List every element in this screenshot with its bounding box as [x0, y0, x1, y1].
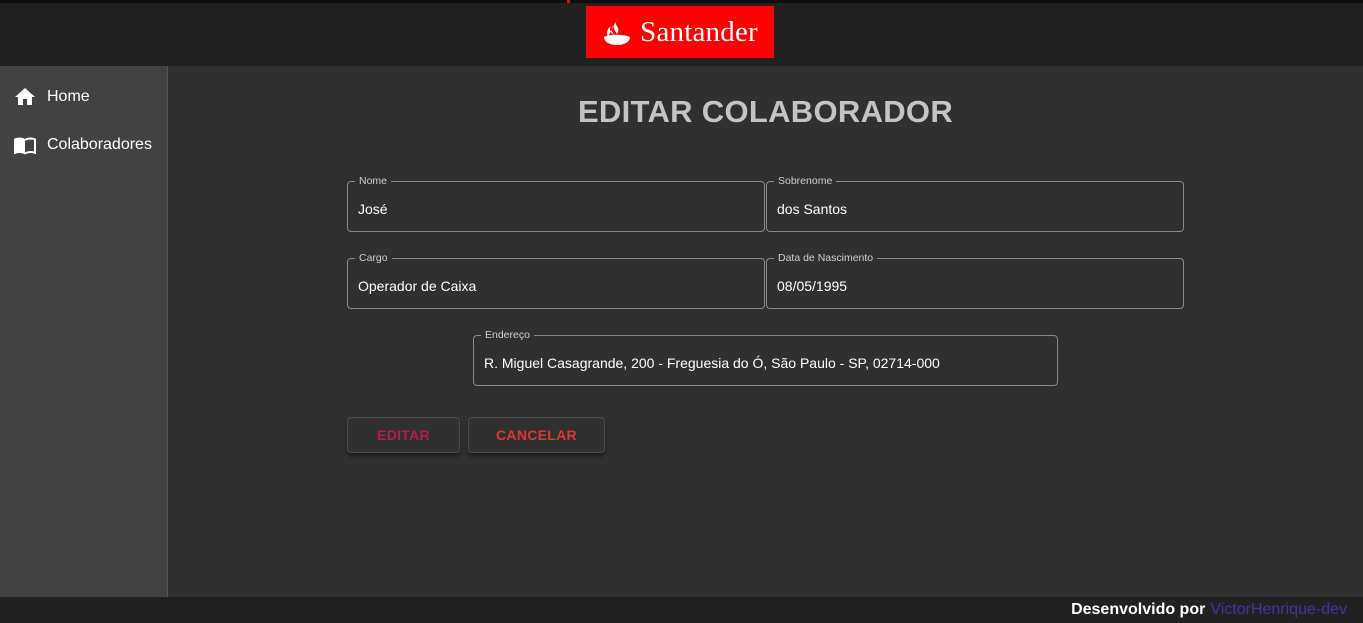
- sobrenome-label: Sobrenome: [774, 175, 837, 187]
- sobrenome-field: Sobrenome: [766, 175, 1184, 232]
- data-nascimento-label: Data de Nascimento: [774, 252, 878, 264]
- footer-text: Desenvolvido por: [1071, 601, 1206, 618]
- sidebar-item-colaboradores[interactable]: Colaboradores: [0, 125, 167, 165]
- sidebar-item-home[interactable]: Home: [0, 77, 167, 117]
- sidebar: Home Colaboradores: [0, 66, 168, 597]
- logo-wordmark: Santander: [640, 15, 758, 48]
- cargo-label: Cargo: [355, 252, 392, 264]
- sidebar-item-label: Colaboradores: [47, 136, 152, 153]
- endereco-field: Endereço: [473, 329, 1058, 386]
- endereco-input[interactable]: [484, 355, 1047, 371]
- nome-label: Nome: [355, 175, 392, 187]
- sobrenome-input[interactable]: [777, 201, 1173, 217]
- data-nascimento-field: Data de Nascimento: [766, 252, 1184, 309]
- page-title: EDITAR COLABORADOR: [577, 94, 954, 129]
- flame-icon: [604, 19, 631, 45]
- edit-button[interactable]: EDITAR: [347, 417, 460, 453]
- book-icon: [14, 137, 36, 155]
- endereco-label: Endereço: [481, 329, 534, 341]
- data-nascimento-input[interactable]: [777, 278, 1173, 294]
- author-link[interactable]: VictorHenrique-dev: [1210, 601, 1347, 619]
- footer: Desenvolvido por VictorHenrique-dev: [0, 597, 1363, 623]
- app-header: Santander: [0, 3, 1363, 66]
- santander-logo[interactable]: Santander: [586, 6, 774, 58]
- cancel-button[interactable]: CANCELAR: [468, 417, 605, 453]
- cargo-input[interactable]: [358, 278, 754, 294]
- home-icon: [15, 88, 35, 105]
- sidebar-item-label: Home: [47, 88, 90, 105]
- nome-input[interactable]: [358, 201, 754, 217]
- cargo-field: Cargo: [347, 252, 765, 309]
- nome-field: Nome: [347, 175, 765, 232]
